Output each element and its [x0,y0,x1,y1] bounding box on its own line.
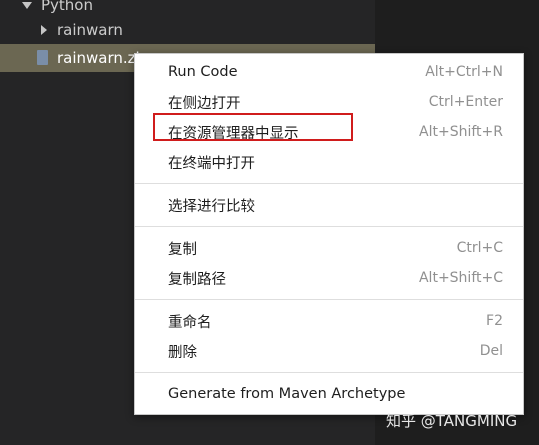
menu-item-shortcut: Alt+Ctrl+N [425,64,503,80]
menu-item-label: 复制路径 [168,271,226,288]
menu-separator [135,299,523,300]
menu-item-shortcut: Alt+Shift+R [419,124,503,140]
menu-separator [135,183,523,184]
menu-item[interactable]: 删除 Del [135,336,523,366]
chevron-down-icon [22,2,32,9]
menu-item[interactable]: 在终端中打开 [135,147,523,177]
tree-file-label: rainwarn.zi [57,49,140,67]
menu-separator [135,226,523,227]
menu-item-label: Run Code [168,64,238,80]
context-menu: Run Code Alt+Ctrl+N 在侧边打开 Ctrl+Enter 在资源管理器中… [134,53,524,415]
menu-item[interactable]: 重命名 F2 [135,306,523,336]
menu-item-label: 复制 [168,241,197,258]
tree-folder-rainwarn[interactable]: rainwarn [0,16,375,44]
menu-item-label: 选择进行比较 [168,198,255,215]
menu-item-shortcut: F2 [486,313,503,329]
vscode-window: Python rainwarn rainwarn.zi Run Code Alt+… [0,0,539,445]
menu-item[interactable]: 选择进行比较 [135,190,523,220]
watermark: 知乎 @TANGMING [386,412,518,430]
tree-folder-label: rainwarn [57,21,123,39]
menu-item-shortcut: Alt+Shift+C [418,270,503,286]
menu-item[interactable]: 在资源管理器中显示 Alt+Shift+R [135,117,523,147]
menu-item-shortcut: Ctrl+Enter [428,94,503,110]
menu-item-shortcut: Ctrl+C [456,240,503,256]
chevron-right-icon [41,25,47,35]
menu-item[interactable]: 复制路径 Alt+Shift+C [135,263,523,293]
menu-item[interactable]: Run Code Alt+Ctrl+N [135,57,523,87]
menu-item-label: 在资源管理器中显示 [168,125,299,142]
menu-item-label: 在侧边打开 [168,95,241,112]
menu-separator [135,372,523,373]
menu-item[interactable]: 在侧边打开 Ctrl+Enter [135,87,523,117]
menu-item-label: 在终端中打开 [168,155,255,172]
menu-item-label: 重命名 [168,314,212,331]
tree-section-label: Python [41,0,93,14]
menu-item-shortcut: Del [479,343,503,359]
menu-item[interactable]: Generate from Maven Archetype [135,379,523,409]
menu-item-label: 删除 [168,344,197,361]
menu-item-label: Generate from Maven Archetype [168,386,406,402]
menu-item[interactable]: 复制 Ctrl+C [135,233,523,263]
file-icon [37,50,48,65]
